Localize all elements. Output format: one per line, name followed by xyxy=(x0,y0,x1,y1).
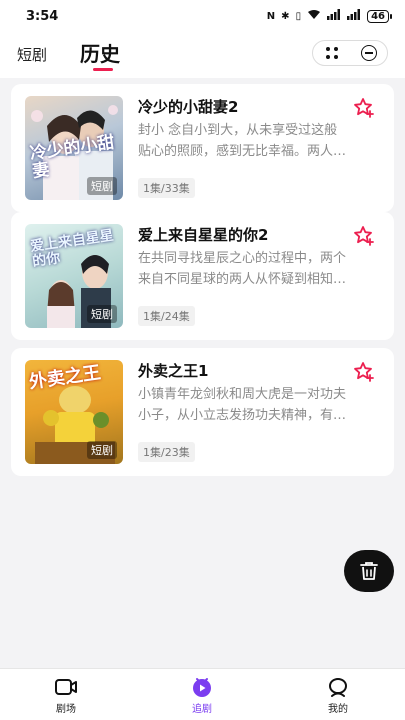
history-card[interactable]: 冷少的小甜妻 短剧 冷少的小甜妻2 封小 念自小到大，从未享受过这般 贴心的照顾… xyxy=(11,84,394,212)
bluetooth-icon: ✱ xyxy=(281,10,290,22)
video-icon xyxy=(55,679,77,695)
more-dots-icon xyxy=(325,47,338,59)
tab-short-drama[interactable]: 短剧 xyxy=(17,44,47,65)
description-line: 封小 念自小到大，从未享受过这般 xyxy=(138,123,338,138)
nfc-icon: N xyxy=(266,10,276,22)
card-description: 小镇青年龙剑秋和周大虎是一对功夫 小子，从小立志发扬功夫精神，有… xyxy=(138,384,378,426)
nav-mine[interactable]: 我的 xyxy=(308,677,368,715)
active-tab-indicator xyxy=(93,68,113,71)
card-title[interactable]: 外卖之王1 xyxy=(138,360,208,381)
miniapp-capsule xyxy=(312,40,388,66)
bottom-nav: 剧场 追剧 我的 xyxy=(0,668,405,720)
top-header: 短剧 历史 xyxy=(0,32,405,78)
nav-theater[interactable]: 剧场 xyxy=(36,677,96,715)
episode-progress: 1集/23集 xyxy=(138,442,195,462)
star-add-icon[interactable] xyxy=(352,96,376,120)
nav-following[interactable]: 追剧 xyxy=(172,677,232,715)
description-line: 小子，从小立志发扬功夫精神，有… xyxy=(138,408,347,423)
poster-tag: 短剧 xyxy=(87,305,117,323)
vibrate-icon: ▯ xyxy=(295,10,302,22)
nav-label: 追剧 xyxy=(192,704,212,715)
battery-icon: 46 xyxy=(367,9,392,23)
card-title[interactable]: 爱上来自星星的你2 xyxy=(138,224,268,245)
description-line: 贴心的照顾，感到无比幸福。两人… xyxy=(138,144,347,159)
description-line: 小镇青年龙剑秋和周大虎是一对功夫 xyxy=(138,387,347,402)
star-add-icon[interactable] xyxy=(352,224,376,248)
episode-progress: 1集/24集 xyxy=(138,306,195,326)
close-button[interactable] xyxy=(350,41,387,65)
close-circle-icon xyxy=(360,45,377,61)
nav-label: 剧场 xyxy=(56,704,76,715)
star-add-icon[interactable] xyxy=(352,360,376,384)
nav-label: 我的 xyxy=(328,704,348,715)
description-line: 来自不同星球的两人从怀疑到相知… xyxy=(138,272,347,287)
poster-thumbnail[interactable]: 外卖之王 短剧 xyxy=(25,360,123,464)
history-card[interactable]: 外卖之王 短剧 外卖之王1 小镇青年龙剑秋和周大虎是一对功夫 小子，从小立志发扬… xyxy=(11,348,394,476)
poster-tag: 短剧 xyxy=(87,441,117,459)
poster-tag: 短剧 xyxy=(87,177,117,195)
delete-history-button[interactable] xyxy=(344,550,394,592)
description-line: 在共同寻找星辰之心的过程中，两个 xyxy=(138,251,347,266)
play-circle-icon xyxy=(193,678,211,697)
more-button[interactable] xyxy=(313,41,350,65)
signal-icon-2 xyxy=(347,9,361,23)
trash-icon xyxy=(360,562,378,580)
episode-progress: 1集/33集 xyxy=(138,178,195,198)
poster-thumbnail[interactable]: 冷少的小甜妻 短剧 xyxy=(25,96,123,200)
card-description: 在共同寻找星辰之心的过程中，两个 来自不同星球的两人从怀疑到相知… xyxy=(138,248,378,290)
profile-icon xyxy=(329,678,347,697)
wifi-icon xyxy=(307,9,321,23)
tab-history[interactable]: 历史 xyxy=(80,38,120,67)
status-icons: N ✱ ▯ 46 xyxy=(266,9,392,23)
status-bar: 3:54 N ✱ ▯ 46 xyxy=(0,0,405,32)
poster-thumbnail[interactable]: 爱上来自星星的你 短剧 xyxy=(25,224,123,328)
card-title[interactable]: 冷少的小甜妻2 xyxy=(138,96,238,117)
history-card[interactable]: 爱上来自星星的你 短剧 爱上来自星星的你2 在共同寻找星辰之心的过程中，两个 来… xyxy=(11,212,394,340)
status-time: 3:54 xyxy=(26,8,59,24)
signal-icon xyxy=(327,9,341,23)
card-description: 封小 念自小到大，从未享受过这般 贴心的照顾，感到无比幸福。两人… xyxy=(138,120,378,162)
